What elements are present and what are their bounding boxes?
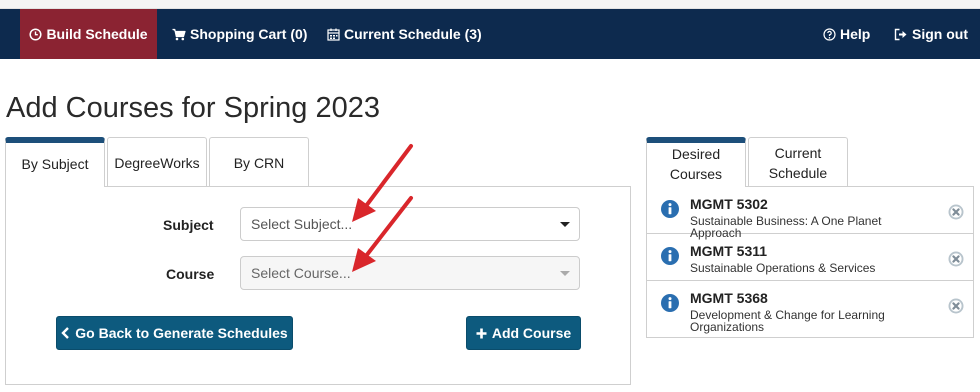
chevron-left-icon — [61, 327, 70, 339]
remove-circle-icon[interactable] — [948, 204, 964, 225]
course-select-placeholder: Select Course... — [251, 265, 351, 281]
browser-top-strip — [0, 0, 980, 9]
tab-desired-courses-label: Desired Courses — [670, 144, 722, 184]
tab-desired-courses[interactable]: Desired Courses — [646, 137, 746, 187]
tab-current-line2: Schedule — [768, 164, 828, 181]
chevron-down-icon — [560, 222, 570, 227]
course-title: Sustainable Operations & Services — [690, 261, 876, 275]
nav-sign-out[interactable]: Sign out — [894, 9, 968, 59]
nav-shopping-cart-label: Shopping Cart (0) — [190, 26, 308, 42]
tab-by-crn[interactable]: By CRN — [209, 137, 309, 187]
info-circle-icon[interactable] — [661, 247, 679, 270]
nav-sign-out-label: Sign out — [912, 26, 968, 42]
chevron-down-icon — [560, 271, 570, 276]
list-item: MGMT 5368 Development & Change for Learn… — [647, 281, 973, 338]
list-item: MGMT 5302 Sustainable Business: A One Pl… — [647, 187, 973, 239]
nav-help-label: Help — [840, 26, 871, 42]
go-back-button[interactable]: Go Back to Generate Schedules — [56, 316, 293, 350]
sign-out-icon — [894, 28, 908, 41]
tab-desired-line2: Courses — [669, 165, 723, 182]
subject-select-placeholder: Select Subject... — [251, 216, 353, 232]
tab-degreeworks-label: DegreeWorks — [114, 154, 200, 171]
nav-current-schedule[interactable]: Current Schedule (3) — [327, 9, 482, 59]
desired-courses-list: MGMT 5302 Sustainable Business: A One Pl… — [646, 186, 974, 338]
plus-icon — [476, 328, 487, 339]
subject-label: Subject — [163, 217, 214, 233]
clock-circle-icon — [29, 27, 42, 41]
remove-circle-icon[interactable] — [948, 251, 964, 272]
top-navbar: Build Schedule Shopping Cart (0) Current… — [0, 9, 980, 59]
add-course-button[interactable]: Add Course — [466, 316, 581, 350]
add-course-button-label: Add Course — [491, 325, 572, 341]
info-circle-icon[interactable] — [661, 200, 679, 223]
tab-current-schedule-label: Current Schedule — [769, 143, 827, 183]
course-select[interactable]: Select Course... — [240, 256, 580, 290]
tab-by-subject[interactable]: By Subject — [5, 137, 105, 187]
add-by-subject-panel: Subject Select Subject... Course Select … — [5, 186, 631, 385]
subject-select[interactable]: Select Subject... — [240, 207, 580, 241]
remove-circle-icon[interactable] — [948, 298, 964, 319]
course-title: Development & Change for Learning Organi… — [690, 308, 885, 334]
calendar-icon — [327, 28, 340, 41]
course-code: MGMT 5302 — [690, 196, 768, 212]
tab-current-schedule[interactable]: Current Schedule — [748, 137, 848, 187]
tab-current-line1: Current — [774, 144, 822, 161]
course-code: MGMT 5311 — [690, 243, 768, 259]
list-item: MGMT 5311 Sustainable Operations & Servi… — [647, 234, 973, 281]
info-circle-icon[interactable] — [661, 294, 679, 317]
tab-degreeworks[interactable]: DegreeWorks — [107, 137, 207, 187]
nav-build-schedule-label: Build Schedule — [46, 26, 148, 42]
page-title: Add Courses for Spring 2023 — [6, 92, 380, 124]
nav-help[interactable]: Help — [823, 9, 870, 59]
nav-shopping-cart[interactable]: Shopping Cart (0) — [172, 9, 307, 59]
go-back-button-label: Go Back to Generate Schedules — [75, 325, 288, 341]
nav-build-schedule[interactable]: Build Schedule — [20, 9, 157, 59]
cart-icon — [172, 28, 186, 41]
course-code: MGMT 5368 — [690, 290, 768, 306]
nav-current-schedule-label: Current Schedule (3) — [344, 26, 482, 42]
course-label: Course — [166, 266, 215, 282]
question-circle-icon — [823, 27, 836, 41]
tab-by-subject-label: By Subject — [21, 155, 89, 172]
tab-desired-line1: Desired — [671, 145, 721, 162]
tab-by-crn-label: By CRN — [233, 154, 285, 171]
